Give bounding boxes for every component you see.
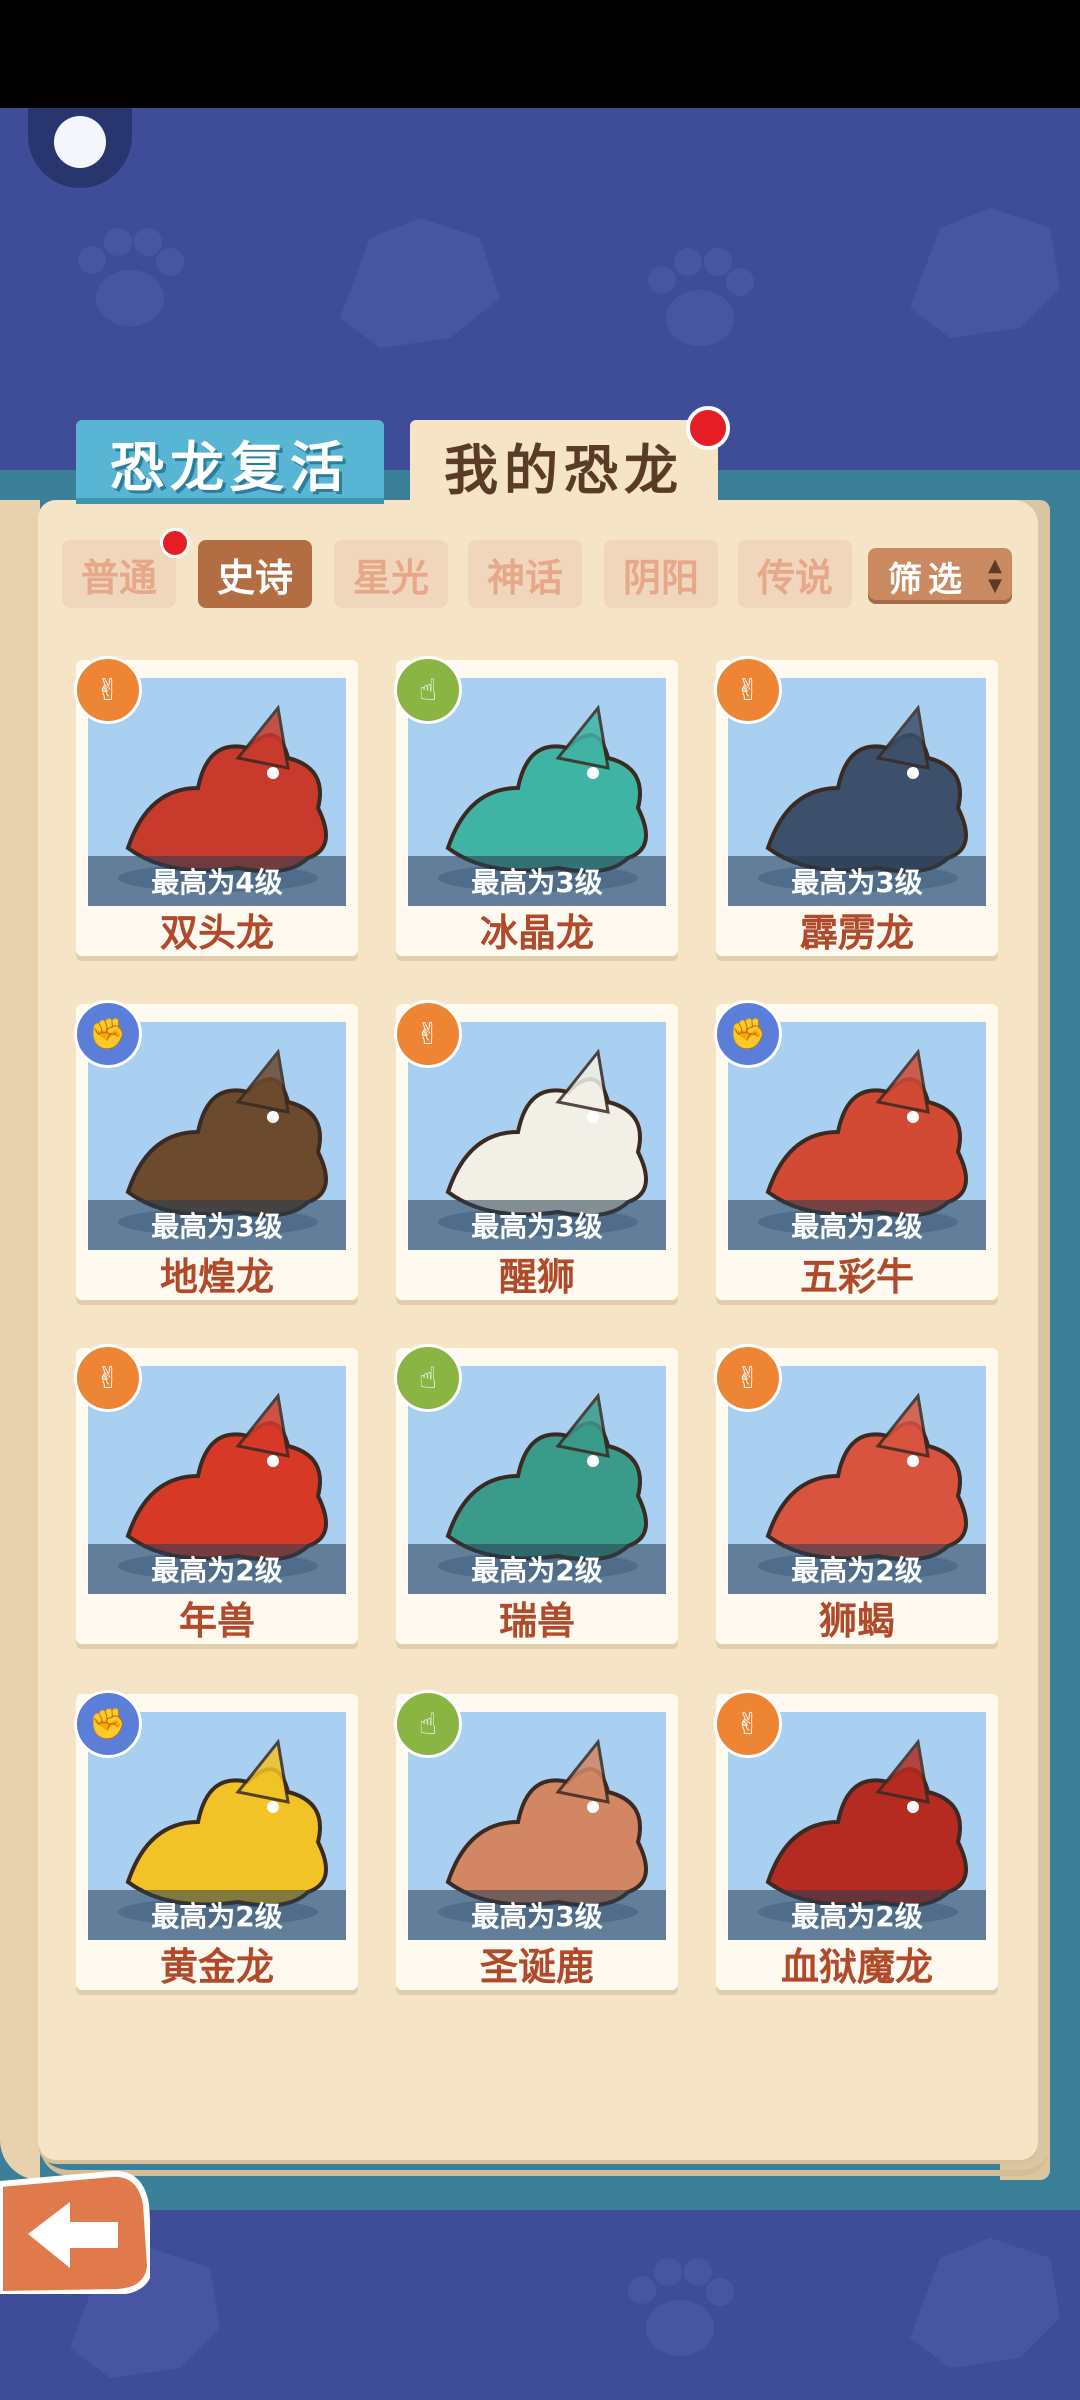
pointing-hand-icon: ☝ bbox=[394, 1690, 462, 1758]
max-level-label: 最高为2级 bbox=[728, 1544, 986, 1594]
rarity-label: 阴阳 bbox=[622, 555, 699, 600]
filter-button[interactable]: 筛选 ▲ ▼ bbox=[868, 548, 1012, 604]
dino-name: 醒狮 bbox=[498, 1254, 575, 1299]
dino-name: 瑞兽 bbox=[498, 1598, 575, 1643]
rarity-tab-epic[interactable]: 史诗 bbox=[198, 540, 312, 608]
rarity-label: 普通 bbox=[80, 555, 157, 600]
dino-card[interactable]: 最高为3级 冰晶龙 ☝ bbox=[394, 656, 678, 956]
fist-hand-icon: ✊ bbox=[714, 1000, 782, 1068]
page-edges bbox=[40, 2130, 1050, 2176]
tab-my-dinos[interactable]: 我的恐龙 bbox=[410, 420, 718, 510]
dino-name: 血狱魔龙 bbox=[780, 1944, 933, 1989]
scissors-hand-icon: ✌ bbox=[714, 1344, 782, 1412]
dino-card[interactable]: 最高为2级 年兽 ✌ bbox=[74, 1344, 358, 1644]
notification-dot bbox=[686, 406, 730, 450]
tab-revive-label: 恐龙复活 bbox=[110, 435, 350, 499]
paw-print-icon bbox=[78, 228, 184, 326]
max-level-label: 最高为3级 bbox=[728, 856, 986, 906]
dino-card[interactable]: 最高为3级 圣诞鹿 ☝ bbox=[394, 1690, 678, 1990]
rarity-tab-yinyang[interactable]: 阴阳 bbox=[604, 540, 718, 608]
dino-silhouette-icon bbox=[340, 218, 500, 348]
max-level-label: 最高为3级 bbox=[408, 1200, 666, 1250]
scissors-hand-icon: ✌ bbox=[714, 656, 782, 724]
dino-silhouette-icon bbox=[910, 208, 1060, 338]
rarity-tab-common[interactable]: 普通 bbox=[62, 540, 176, 608]
rarity-tab-legend[interactable]: 传说 bbox=[738, 540, 852, 608]
dino-card[interactable]: 最高为4级 双头龙 ✌ bbox=[74, 656, 358, 956]
rarity-label: 星光 bbox=[352, 555, 429, 600]
max-level-label: 最高为2级 bbox=[728, 1890, 986, 1940]
paw-print-icon bbox=[628, 2258, 734, 2356]
dino-name: 黄金龙 bbox=[159, 1944, 274, 1989]
dino-name: 双头龙 bbox=[159, 910, 274, 955]
paw-print-icon bbox=[648, 248, 754, 346]
rarity-label: 史诗 bbox=[216, 555, 293, 600]
dino-name: 年兽 bbox=[178, 1598, 255, 1643]
book-spine bbox=[0, 500, 40, 2180]
dino-name: 霹雳龙 bbox=[799, 910, 914, 955]
max-level-label: 最高为3级 bbox=[408, 1890, 666, 1940]
dino-card[interactable]: 最高为3级 霹雳龙 ✌ bbox=[714, 656, 998, 956]
tab-dino-revive[interactable]: 恐龙复活 bbox=[76, 420, 384, 504]
dino-name: 狮蝎 bbox=[818, 1598, 895, 1643]
scissors-hand-icon: ✌ bbox=[74, 656, 142, 724]
dino-name: 冰晶龙 bbox=[479, 910, 594, 955]
dino-card[interactable]: 最高为2级 狮蝎 ✌ bbox=[714, 1344, 998, 1644]
sort-arrows-icon: ▲ ▼ bbox=[988, 555, 1002, 596]
pointing-hand-icon: ☝ bbox=[394, 656, 462, 724]
scissors-hand-icon: ✌ bbox=[74, 1344, 142, 1412]
rarity-tab-starlight[interactable]: 星光 bbox=[334, 540, 448, 608]
dino-name: 五彩牛 bbox=[799, 1254, 914, 1299]
assistant-dot-icon bbox=[54, 116, 106, 168]
dino-silhouette-icon bbox=[910, 2238, 1060, 2368]
dino-card[interactable]: 最高为3级 醒狮 ✌ bbox=[394, 1000, 678, 1300]
max-level-label: 最高为3级 bbox=[88, 1200, 346, 1250]
filter-label: 筛选 bbox=[888, 559, 968, 600]
max-level-label: 最高为2级 bbox=[408, 1544, 666, 1594]
notification-dot bbox=[160, 528, 190, 558]
dino-name: 地煌龙 bbox=[159, 1254, 274, 1299]
dino-card[interactable]: 最高为3级 地煌龙 ✊ bbox=[74, 1000, 358, 1300]
dino-card[interactable]: 最高为2级 黄金龙 ✊ bbox=[74, 1690, 358, 1990]
max-level-label: 最高为2级 bbox=[88, 1890, 346, 1940]
rarity-tab-myth[interactable]: 神话 bbox=[468, 540, 582, 608]
max-level-label: 最高为3级 bbox=[408, 856, 666, 906]
max-level-label: 最高为2级 bbox=[88, 1544, 346, 1594]
scissors-hand-icon: ✌ bbox=[714, 1690, 782, 1758]
tab-mine-label: 我的恐龙 bbox=[444, 438, 684, 502]
dino-card[interactable]: 最高为2级 瑞兽 ☝ bbox=[394, 1344, 678, 1644]
dino-card[interactable]: 最高为2级 血狱魔龙 ✌ bbox=[714, 1690, 998, 1990]
fist-hand-icon: ✊ bbox=[74, 1690, 142, 1758]
rarity-label: 神话 bbox=[486, 555, 563, 600]
scissors-hand-icon: ✌ bbox=[394, 1000, 462, 1068]
dino-name: 圣诞鹿 bbox=[479, 1944, 594, 1989]
status-bar bbox=[0, 0, 1080, 108]
dino-card[interactable]: 最高为2级 五彩牛 ✊ bbox=[714, 1000, 998, 1300]
max-level-label: 最高为2级 bbox=[728, 1200, 986, 1250]
fist-hand-icon: ✊ bbox=[74, 1000, 142, 1068]
pointing-hand-icon: ☝ bbox=[394, 1344, 462, 1412]
max-level-label: 最高为4级 bbox=[88, 856, 346, 906]
rarity-label: 传说 bbox=[756, 555, 833, 600]
back-button[interactable] bbox=[0, 2170, 150, 2294]
